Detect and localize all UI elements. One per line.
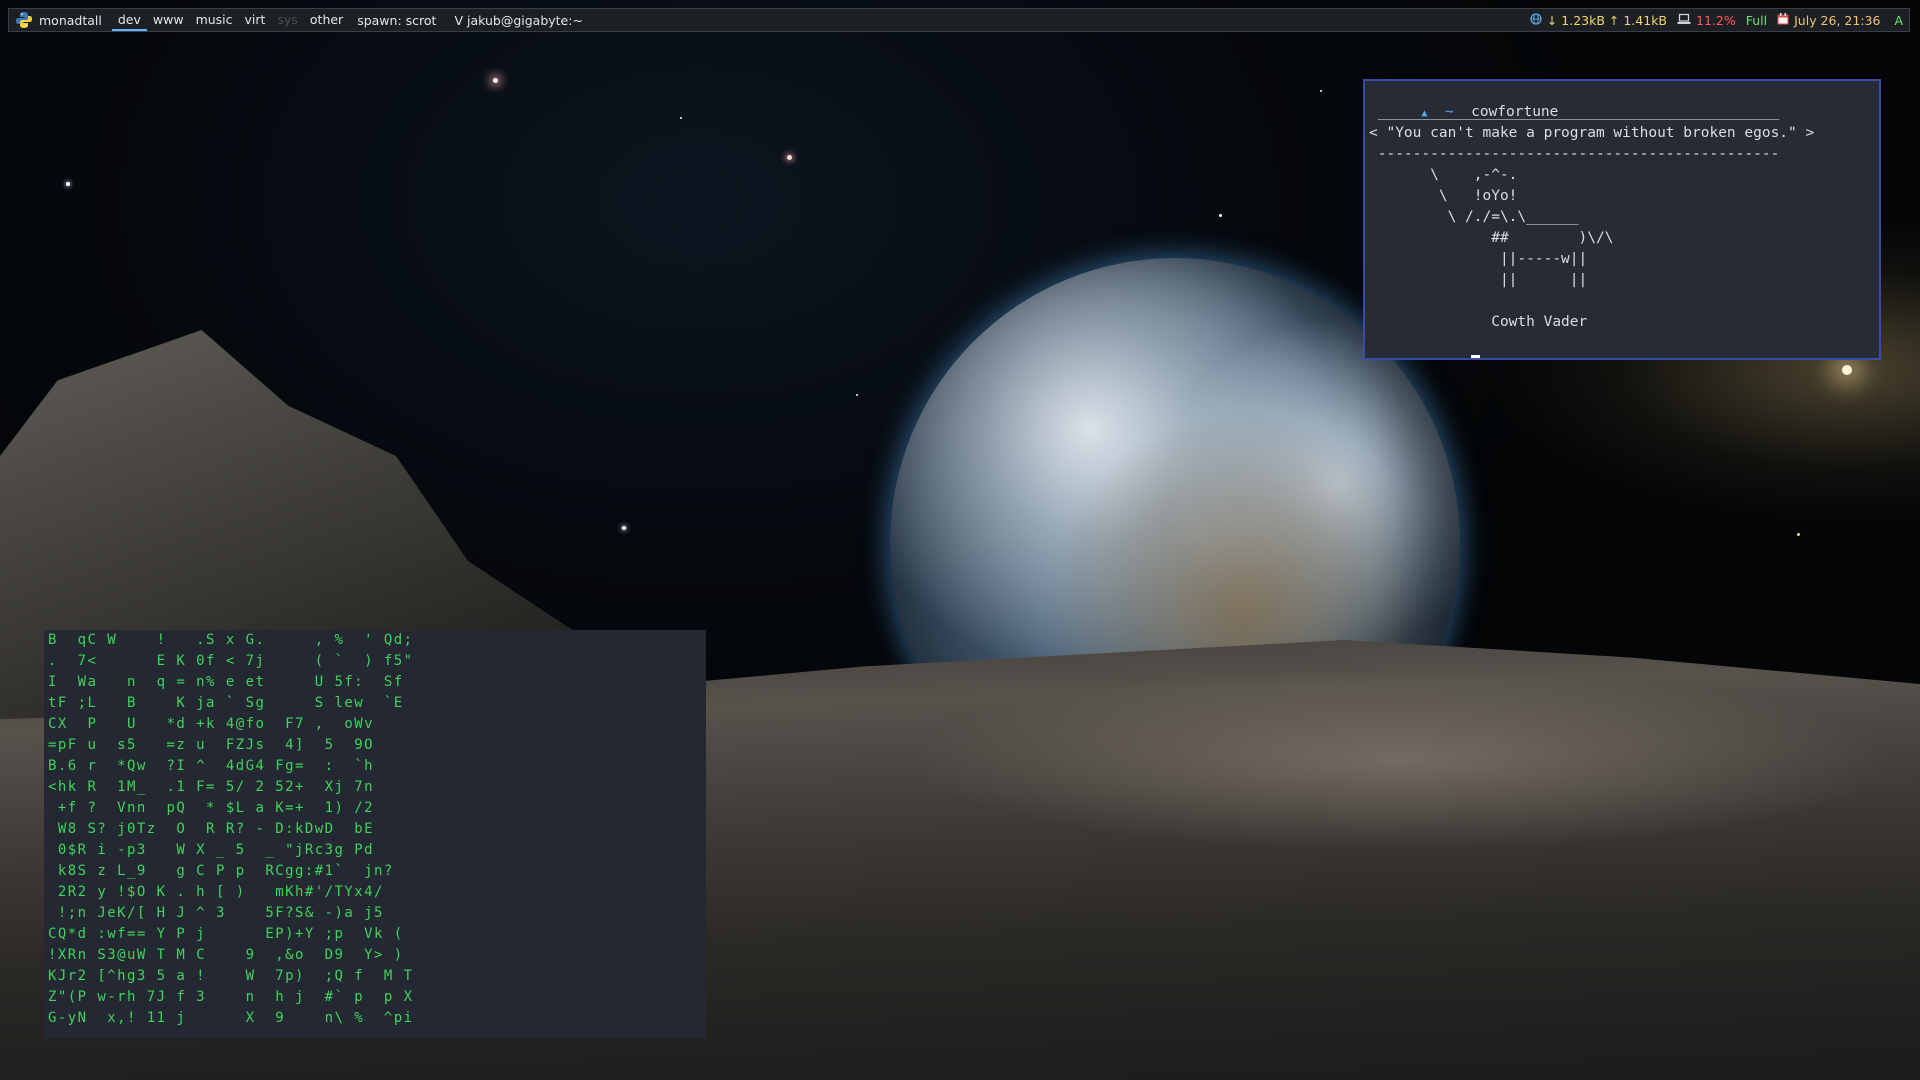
prompt-line[interactable]: ▲ ~ xyxy=(1369,333,1481,358)
matrix-row: . 7< E K 0f < 7j ( ` ) f5" xyxy=(48,653,414,669)
star xyxy=(1219,214,1222,217)
net-widget: ↓ 1.23kB ↑ 1.41kB xyxy=(1530,13,1667,28)
star xyxy=(680,117,682,119)
top-bar: monadtall dev www music virt sys other s… xyxy=(8,8,1910,32)
matrix-row: W8 S? j0Tz O R R? - D:kDwD bE xyxy=(48,821,374,837)
window-title: V jakub@gigabyte:~ xyxy=(454,12,583,28)
prompt-symbol: ~ xyxy=(1445,356,1454,358)
bar-right: ↓ 1.23kB ↑ 1.41kB 11.2% Full July 26, 21… xyxy=(1520,9,1909,31)
group-virt[interactable]: virt xyxy=(239,9,272,31)
star xyxy=(622,526,626,530)
matrix-row: 0$R i -p3 W X _ 5 _ "jRc3g Pd xyxy=(48,842,374,858)
matrix-row: B.6 r *Qw ?I ^ 4dG4 Fg= : `h xyxy=(48,758,374,774)
matrix-row: 2R2 y !$O K . h [ ) mKh#'/TYx4/ xyxy=(48,884,384,900)
calendar-icon xyxy=(1777,12,1789,28)
output-line: \ ,-^-. xyxy=(1369,167,1518,183)
matrix-row: <hk R 1M_ .1 F= 5/ 2 52+ Xj 7n xyxy=(48,779,374,795)
star xyxy=(856,394,858,396)
output-line: ________________________________________… xyxy=(1369,104,1780,120)
terminal-matrix[interactable]: B qC W ! .S x G. , % ' Qd; . 7< E K 0f <… xyxy=(44,630,706,1038)
matrix-row: G-yN x,! 11 j X 9 n\ % ^pi xyxy=(48,1010,414,1026)
star xyxy=(787,155,792,160)
matrix-row: KJr2 [^hg3 5 a ! W 7p) ;Q f M T xyxy=(48,968,414,984)
star xyxy=(1842,365,1852,375)
group-sys[interactable]: sys xyxy=(271,9,303,31)
matrix-row: Z"(P w-rh 7J f 3 n h j #` p p X xyxy=(48,989,414,1005)
star xyxy=(66,182,70,186)
output-line: Cowth Vader xyxy=(1369,314,1588,330)
matrix-row: =pF u s5 =z u FZJs 4] 5 9O xyxy=(48,737,374,753)
output-line: ||-----w|| xyxy=(1369,251,1588,267)
battery-status: Full xyxy=(1745,12,1768,28)
star xyxy=(1320,90,1322,92)
group-music[interactable]: music xyxy=(190,9,239,31)
output-line: \ /./=\.\______ xyxy=(1369,209,1579,225)
layout-name[interactable]: monadtall xyxy=(39,13,102,28)
laptop-icon xyxy=(1677,13,1691,28)
bar-left: monadtall dev www music virt sys other s… xyxy=(9,9,583,31)
matrix-row: CQ*d :wf== Y P j EP)+Y ;p Vk ( xyxy=(48,926,404,942)
group-www[interactable]: www xyxy=(147,9,190,31)
output-line: < "You can't make a program without brok… xyxy=(1369,125,1815,141)
clock-widget: July 26, 21:36 xyxy=(1777,12,1881,28)
matrix-row: B qC W ! .S x G. , % ' Qd; xyxy=(48,632,414,648)
clock: July 26, 21:36 xyxy=(1794,12,1881,28)
matrix-row: +f ? Vnn pQ * $L a K=+ 1) /2 xyxy=(48,800,374,816)
net-speed: ↓ 1.23kB ↑ 1.41kB xyxy=(1546,12,1668,28)
spawn-prompt[interactable]: spawn: scrot xyxy=(357,13,436,28)
terminal-cowfortune[interactable]: ▲ ~ cowfortune _________________________… xyxy=(1363,79,1881,360)
group-dev[interactable]: dev xyxy=(111,9,147,31)
globe-icon xyxy=(1530,12,1542,28)
group-other[interactable]: other xyxy=(304,9,349,31)
python-logo-icon[interactable] xyxy=(15,11,33,29)
matrix-row: I Wa n q = n% e et U 5f: Sf xyxy=(48,674,404,690)
output-line: \ !oYo! xyxy=(1369,188,1518,204)
keyboard-layout[interactable]: A xyxy=(1894,13,1903,28)
cpu-widget: 11.2% xyxy=(1677,13,1736,28)
matrix-row: CX P U *d +k 4@fo F7 , oWv xyxy=(48,716,374,732)
matrix-row: !XRn S3@uW T M C 9 ,&o D9 Y> ) xyxy=(48,947,404,963)
output-line: ----------------------------------------… xyxy=(1369,146,1780,162)
output-line: ## )\/\ xyxy=(1369,230,1614,246)
output-line: || || xyxy=(1369,272,1588,288)
battery-widget: Full xyxy=(1746,13,1767,28)
matrix-row: k8S z L_9 g C P p RCgg:#1` jn? xyxy=(48,863,394,879)
matrix-row: !;n JeK/[ H J ^ 3 5F?S& -)a j5 xyxy=(48,905,384,921)
desktop: monadtall dev www music virt sys other s… xyxy=(0,0,1920,1080)
cpu-usage: 11.2% xyxy=(1696,12,1736,28)
star xyxy=(493,78,498,83)
star xyxy=(1797,533,1800,536)
text-cursor xyxy=(1471,355,1481,358)
matrix-row: tF ;L B K ja ` Sg S lew `E xyxy=(48,695,404,711)
